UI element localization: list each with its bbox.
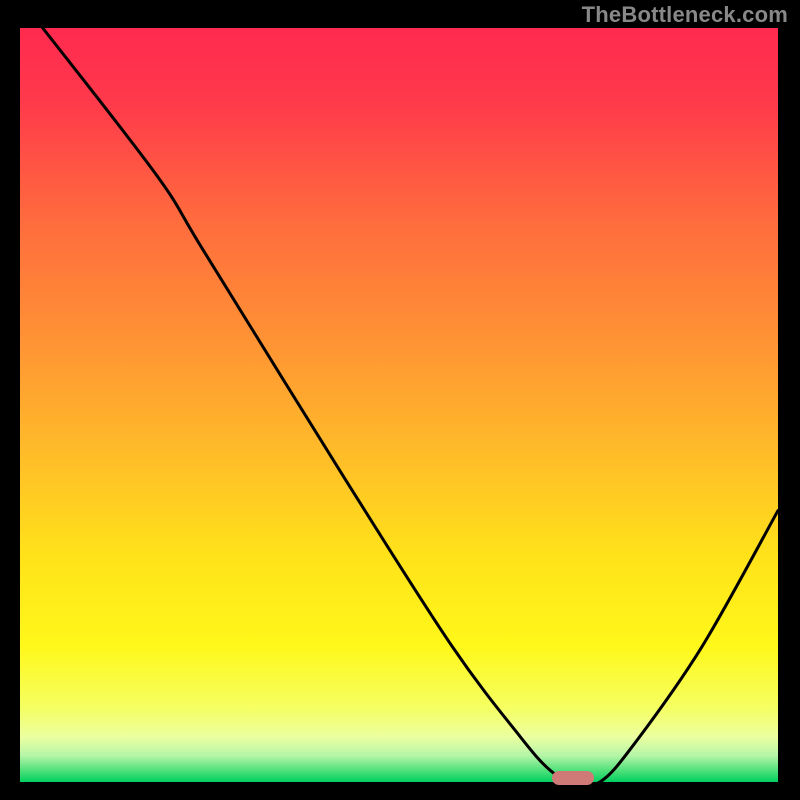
chart-frame: TheBottleneck.com xyxy=(0,0,800,800)
gradient-background xyxy=(20,28,778,782)
bottleneck-chart-svg xyxy=(20,28,778,782)
plot-area xyxy=(20,28,778,782)
optimal-point-marker xyxy=(552,771,594,785)
watermark-text: TheBottleneck.com xyxy=(582,2,788,28)
